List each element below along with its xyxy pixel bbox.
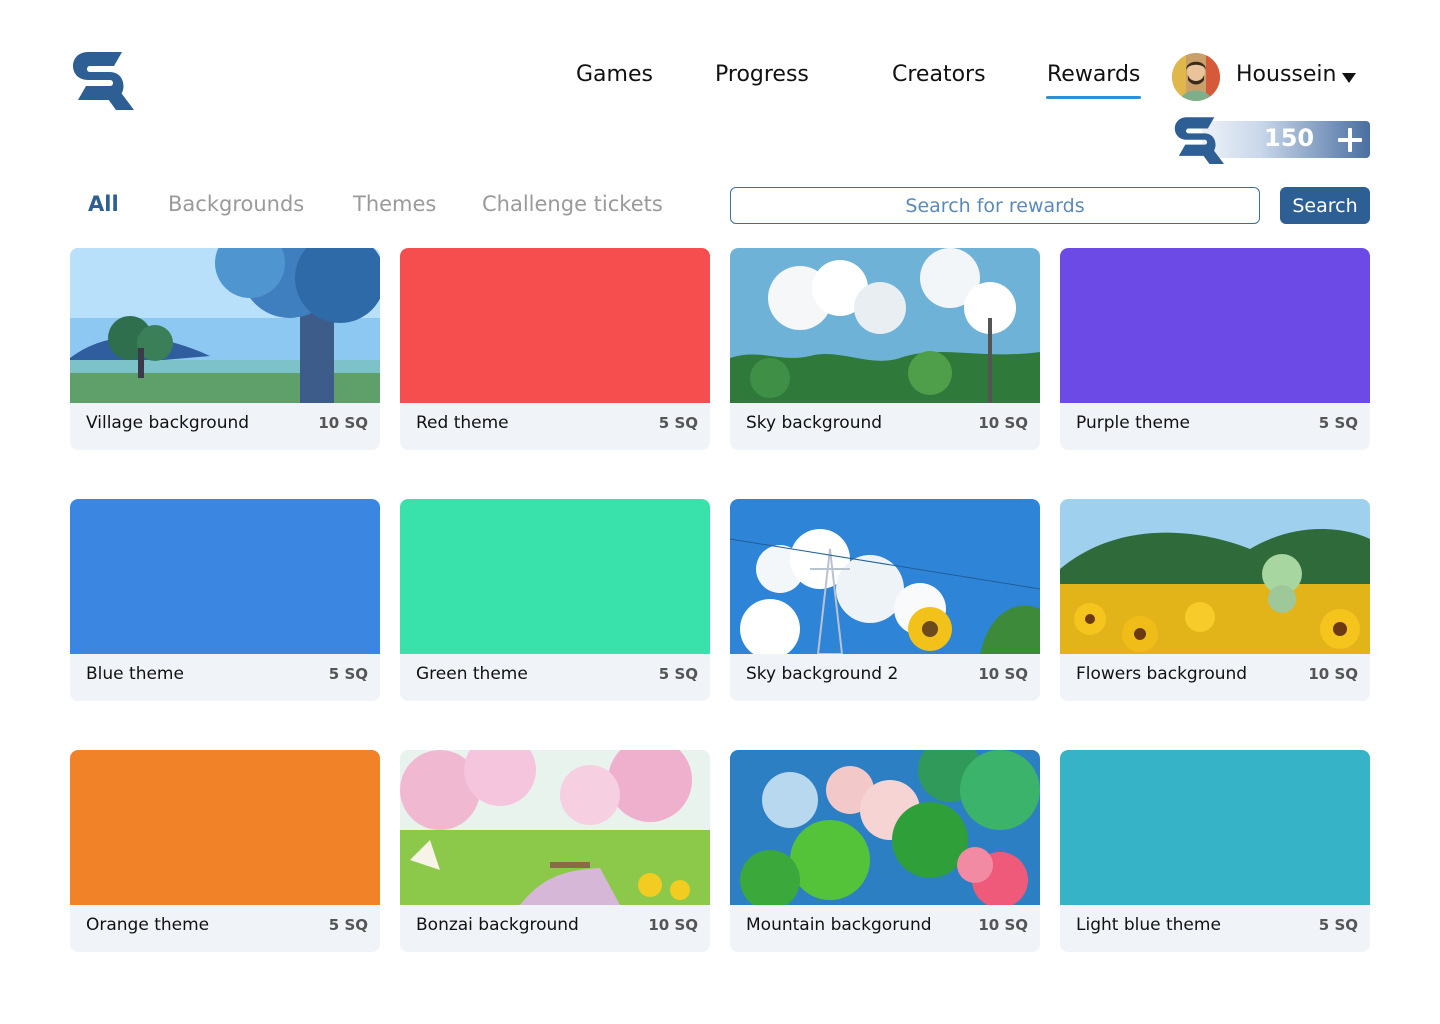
reward-price: 10 SQ bbox=[1308, 665, 1358, 683]
reward-card[interactable]: Green theme 5 SQ bbox=[400, 499, 710, 701]
reward-name: Sky background 2 bbox=[746, 664, 899, 684]
reward-name: Mountain backgorund bbox=[746, 915, 932, 935]
reward-price: 5 SQ bbox=[1318, 916, 1358, 934]
reward-price: 5 SQ bbox=[658, 665, 698, 683]
caret-down-icon[interactable] bbox=[1342, 73, 1356, 83]
reward-thumbnail bbox=[730, 499, 1040, 654]
background-preview-image bbox=[730, 499, 1040, 654]
reward-price: 10 SQ bbox=[978, 916, 1028, 934]
reward-card[interactable]: Blue theme 5 SQ bbox=[70, 499, 380, 701]
reward-name: Purple theme bbox=[1076, 413, 1191, 433]
reward-name: Green theme bbox=[416, 664, 528, 684]
tab-themes[interactable]: Themes bbox=[353, 192, 436, 216]
reward-thumbnail bbox=[730, 750, 1040, 905]
reward-card[interactable]: Red theme 5 SQ bbox=[400, 248, 710, 450]
reward-card[interactable]: Mountain backgorund 10 SQ bbox=[730, 750, 1040, 952]
search-button[interactable]: Search bbox=[1280, 187, 1370, 224]
reward-thumbnail bbox=[400, 248, 710, 403]
reward-thumbnail bbox=[1060, 248, 1370, 403]
background-preview-image bbox=[730, 248, 1040, 403]
reward-thumbnail bbox=[400, 750, 710, 905]
background-preview-image bbox=[400, 750, 710, 905]
balance-value: 150 bbox=[1264, 124, 1315, 152]
reward-price: 10 SQ bbox=[318, 414, 368, 432]
reward-thumbnail bbox=[400, 499, 710, 654]
plus-icon[interactable] bbox=[1338, 128, 1362, 152]
reward-name: Red theme bbox=[416, 413, 509, 433]
tab-challenge-tickets[interactable]: Challenge tickets bbox=[482, 192, 663, 216]
background-preview-image bbox=[1060, 499, 1370, 654]
reward-thumbnail bbox=[70, 248, 380, 403]
reward-name: Blue theme bbox=[86, 664, 184, 684]
nav-progress[interactable]: Progress bbox=[715, 62, 809, 87]
sr-logo-icon bbox=[1174, 117, 1224, 164]
tab-all[interactable]: All bbox=[88, 192, 119, 216]
reward-card[interactable]: Village background 10 SQ bbox=[70, 248, 380, 450]
reward-name: Bonzai background bbox=[416, 915, 579, 935]
reward-card[interactable]: Sky background 2 10 SQ bbox=[730, 499, 1040, 701]
search-input[interactable] bbox=[730, 187, 1260, 224]
nav-creators[interactable]: Creators bbox=[892, 62, 986, 87]
reward-name: Flowers background bbox=[1076, 664, 1248, 684]
avatar[interactable] bbox=[1172, 53, 1220, 101]
reward-name: Village background bbox=[86, 413, 250, 433]
reward-card[interactable]: Sky background 10 SQ bbox=[730, 248, 1040, 450]
reward-price: 10 SQ bbox=[648, 916, 698, 934]
reward-price: 5 SQ bbox=[1318, 414, 1358, 432]
reward-thumbnail bbox=[70, 750, 380, 905]
tab-backgrounds[interactable]: Backgrounds bbox=[168, 192, 304, 216]
reward-card[interactable]: Light blue theme 5 SQ bbox=[1060, 750, 1370, 952]
background-preview-image bbox=[730, 750, 1040, 905]
reward-thumbnail bbox=[1060, 499, 1370, 654]
reward-thumbnail bbox=[70, 499, 380, 654]
reward-price: 10 SQ bbox=[978, 414, 1028, 432]
username[interactable]: Houssein bbox=[1236, 62, 1336, 87]
nav-rewards[interactable]: Rewards bbox=[1045, 62, 1142, 99]
reward-name: Sky background bbox=[746, 413, 883, 433]
reward-thumbnail bbox=[1060, 750, 1370, 905]
reward-price: 10 SQ bbox=[978, 665, 1028, 683]
reward-price: 5 SQ bbox=[658, 414, 698, 432]
reward-name: Light blue theme bbox=[1076, 915, 1221, 935]
nav-games[interactable]: Games bbox=[576, 62, 653, 87]
reward-card[interactable]: Purple theme 5 SQ bbox=[1060, 248, 1370, 450]
background-preview-image bbox=[70, 248, 380, 403]
reward-price: 5 SQ bbox=[328, 916, 368, 934]
reward-thumbnail bbox=[730, 248, 1040, 403]
reward-card[interactable]: Orange theme 5 SQ bbox=[70, 750, 380, 952]
reward-name: Orange theme bbox=[86, 915, 210, 935]
reward-card[interactable]: Bonzai background 10 SQ bbox=[400, 750, 710, 952]
balance-widget: 150 bbox=[1172, 114, 1370, 164]
reward-price: 5 SQ bbox=[328, 665, 368, 683]
sr-logo-icon[interactable] bbox=[70, 48, 136, 110]
reward-card[interactable]: Flowers background 10 SQ bbox=[1060, 499, 1370, 701]
